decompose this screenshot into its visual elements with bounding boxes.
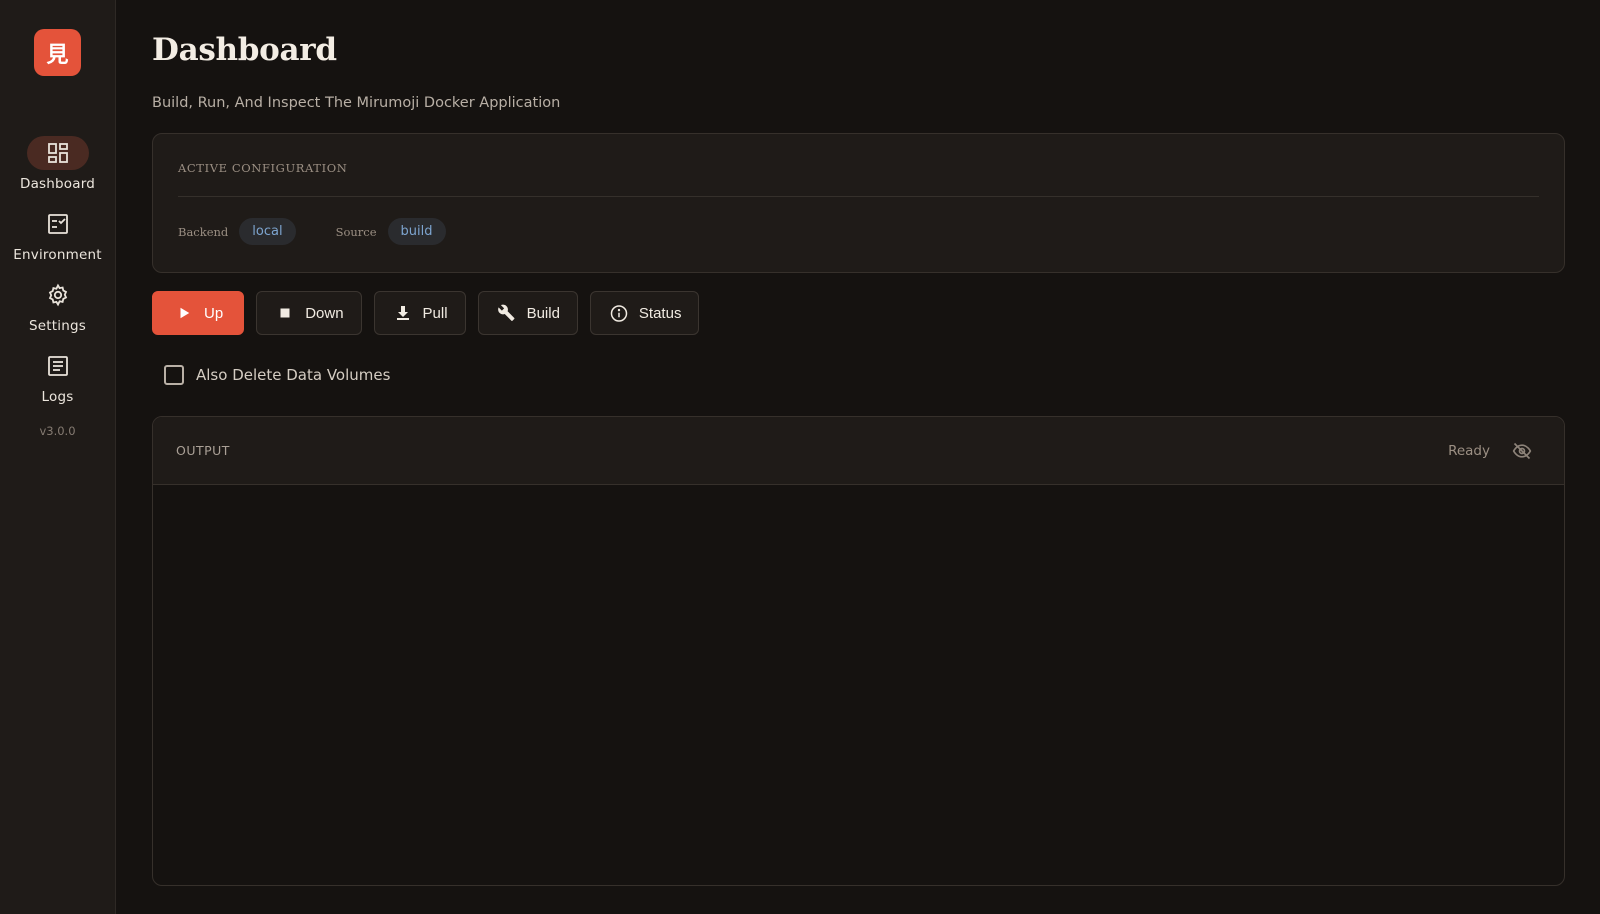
- output-status: Ready: [1448, 442, 1490, 459]
- build-button-label: Build: [526, 304, 560, 322]
- backend-label: Backend: [178, 224, 229, 239]
- download-icon: [394, 304, 412, 322]
- action-toolbar: Up Down Pull Build Status: [152, 291, 711, 335]
- app-logo[interactable]: 見: [34, 29, 81, 76]
- checklist-icon: [27, 207, 89, 241]
- wrench-icon: [497, 304, 516, 322]
- page-subtitle: Build, Run, And Inspect The Mirumoji Doc…: [152, 95, 561, 111]
- pull-button-label: Pull: [422, 304, 448, 322]
- output-controls: Ready: [1448, 441, 1532, 461]
- app-version: v3.0.0: [39, 424, 76, 438]
- output-title: OUTPUT: [176, 443, 230, 458]
- down-button-label: Down: [305, 304, 344, 322]
- sidebar-item-label: Environment: [13, 247, 102, 263]
- sidebar-item-settings[interactable]: Settings: [0, 278, 115, 349]
- output-panel: OUTPUT Ready: [152, 416, 1565, 886]
- down-button[interactable]: Down: [256, 291, 362, 335]
- pull-button[interactable]: Pull: [373, 291, 466, 335]
- eye-off-icon[interactable]: [1512, 441, 1532, 461]
- sidebar: 見 Dashboard Environment Settings Logs v3…: [0, 0, 116, 914]
- delete-volumes-label: Also Delete Data Volumes: [196, 366, 391, 384]
- sidebar-item-label: Logs: [41, 389, 74, 405]
- document-icon: [27, 349, 89, 383]
- play-icon: [175, 304, 193, 322]
- sidebar-item-logs[interactable]: Logs: [0, 349, 115, 420]
- gear-icon: [27, 278, 89, 312]
- status-button[interactable]: Status: [589, 291, 700, 335]
- divider: [178, 196, 1539, 197]
- build-button[interactable]: Build: [477, 291, 578, 335]
- status-button-label: Status: [638, 304, 682, 322]
- delete-volumes-option[interactable]: Also Delete Data Volumes: [164, 365, 390, 385]
- sidebar-item-label: Settings: [29, 318, 86, 334]
- sidebar-nav: Dashboard Environment Settings Logs v3.0…: [0, 136, 115, 438]
- active-configuration-card: ACTIVE CONFIGURATION Backend local Sourc…: [152, 133, 1565, 273]
- stop-icon: [276, 304, 294, 322]
- output-header: OUTPUT Ready: [153, 417, 1564, 485]
- source-badge: build: [387, 218, 446, 245]
- sidebar-item-dashboard[interactable]: Dashboard: [0, 136, 115, 207]
- page-title: Dashboard: [152, 32, 337, 68]
- backend-badge: local: [239, 218, 296, 245]
- sidebar-item-label: Dashboard: [19, 176, 96, 192]
- config-row: Backend local Source build: [178, 218, 486, 245]
- sidebar-item-environment[interactable]: Environment: [0, 207, 115, 278]
- delete-volumes-checkbox[interactable]: [164, 365, 184, 385]
- source-label: Source: [335, 224, 377, 239]
- dashboard-icon: [26, 136, 89, 170]
- info-icon: [610, 304, 628, 322]
- up-button-label: Up: [204, 304, 224, 322]
- up-button[interactable]: Up: [152, 291, 245, 335]
- config-title: ACTIVE CONFIGURATION: [178, 161, 348, 175]
